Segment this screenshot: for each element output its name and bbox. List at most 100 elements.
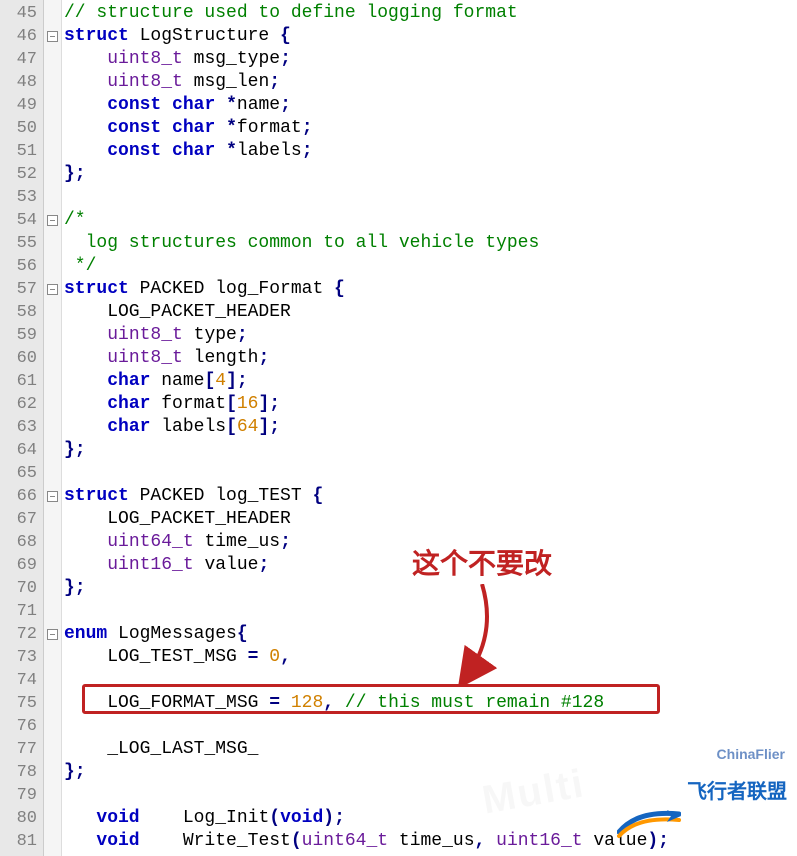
code-line[interactable]: LOG_TEST_MSG = 0, bbox=[64, 646, 797, 669]
code-line[interactable]: _LOG_LAST_MSG_ bbox=[64, 738, 797, 761]
line-number: 61 bbox=[0, 370, 43, 393]
code-line[interactable]: enum LogMessages{ bbox=[64, 623, 797, 646]
fold-slot bbox=[44, 140, 61, 163]
code-line[interactable]: LOG_PACKET_HEADER bbox=[64, 508, 797, 531]
fold-slot bbox=[44, 462, 61, 485]
line-number-gutter: 4546474849505152535455565758596061626364… bbox=[0, 0, 44, 856]
code-line[interactable]: log structures common to all vehicle typ… bbox=[64, 232, 797, 255]
fold-toggle-icon[interactable] bbox=[47, 31, 58, 42]
code-line[interactable]: uint16_t value; bbox=[64, 554, 797, 577]
fold-column bbox=[44, 0, 62, 856]
line-number: 69 bbox=[0, 554, 43, 577]
line-number: 75 bbox=[0, 692, 43, 715]
line-number: 71 bbox=[0, 600, 43, 623]
code-editor: 4546474849505152535455565758596061626364… bbox=[0, 0, 797, 856]
line-number: 78 bbox=[0, 761, 43, 784]
fold-slot bbox=[44, 508, 61, 531]
fold-slot bbox=[44, 600, 61, 623]
code-line[interactable]: LOG_PACKET_HEADER bbox=[64, 301, 797, 324]
fold-slot bbox=[44, 393, 61, 416]
code-line[interactable]: char name[4]; bbox=[64, 370, 797, 393]
code-line[interactable] bbox=[64, 669, 797, 692]
code-line[interactable]: }; bbox=[64, 163, 797, 186]
line-number: 74 bbox=[0, 669, 43, 692]
fold-slot bbox=[44, 163, 61, 186]
code-line[interactable]: }; bbox=[64, 577, 797, 600]
code-line[interactable]: struct PACKED log_Format { bbox=[64, 278, 797, 301]
line-number: 79 bbox=[0, 784, 43, 807]
fold-toggle-icon[interactable] bbox=[47, 491, 58, 502]
line-number: 54 bbox=[0, 209, 43, 232]
code-line[interactable]: uint8_t type; bbox=[64, 324, 797, 347]
line-number: 68 bbox=[0, 531, 43, 554]
fold-slot bbox=[44, 830, 61, 853]
code-line[interactable]: */ bbox=[64, 255, 797, 278]
fold-toggle-icon[interactable] bbox=[47, 284, 58, 295]
code-line[interactable] bbox=[64, 186, 797, 209]
code-line[interactable]: void Write_Test(uint64_t time_us, uint16… bbox=[64, 830, 797, 853]
code-line[interactable] bbox=[64, 784, 797, 807]
line-number: 48 bbox=[0, 71, 43, 94]
code-line[interactable]: LOG_FORMAT_MSG = 128, // this must remai… bbox=[64, 692, 797, 715]
fold-slot bbox=[44, 25, 61, 48]
line-number: 58 bbox=[0, 301, 43, 324]
line-number: 72 bbox=[0, 623, 43, 646]
fold-toggle-icon[interactable] bbox=[47, 215, 58, 226]
code-line[interactable]: struct PACKED log_TEST { bbox=[64, 485, 797, 508]
code-line[interactable]: }; bbox=[64, 761, 797, 784]
code-line[interactable]: char labels[64]; bbox=[64, 416, 797, 439]
fold-slot bbox=[44, 577, 61, 600]
fold-slot bbox=[44, 416, 61, 439]
code-line[interactable]: }; bbox=[64, 439, 797, 462]
fold-slot bbox=[44, 370, 61, 393]
code-line[interactable]: // structure used to define logging form… bbox=[64, 2, 797, 25]
code-line[interactable]: uint8_t msg_len; bbox=[64, 71, 797, 94]
code-line[interactable]: uint64_t time_us; bbox=[64, 531, 797, 554]
fold-slot bbox=[44, 347, 61, 370]
fold-slot bbox=[44, 71, 61, 94]
code-line[interactable]: const char *format; bbox=[64, 117, 797, 140]
code-line[interactable]: char format[16]; bbox=[64, 393, 797, 416]
fold-slot bbox=[44, 646, 61, 669]
line-number: 65 bbox=[0, 462, 43, 485]
fold-slot bbox=[44, 669, 61, 692]
fold-slot bbox=[44, 255, 61, 278]
line-number: 57 bbox=[0, 278, 43, 301]
line-number: 77 bbox=[0, 738, 43, 761]
fold-slot bbox=[44, 324, 61, 347]
code-line[interactable]: void Log_Init(void); bbox=[64, 807, 797, 830]
line-number: 63 bbox=[0, 416, 43, 439]
fold-slot bbox=[44, 554, 61, 577]
code-line[interactable] bbox=[64, 600, 797, 623]
code-line[interactable]: /* bbox=[64, 209, 797, 232]
code-line[interactable] bbox=[64, 462, 797, 485]
fold-slot bbox=[44, 301, 61, 324]
line-number: 53 bbox=[0, 186, 43, 209]
code-line[interactable]: const char *labels; bbox=[64, 140, 797, 163]
line-number: 52 bbox=[0, 163, 43, 186]
line-number: 47 bbox=[0, 48, 43, 71]
fold-slot bbox=[44, 232, 61, 255]
line-number: 81 bbox=[0, 830, 43, 853]
fold-slot bbox=[44, 94, 61, 117]
fold-slot bbox=[44, 485, 61, 508]
code-line[interactable]: struct LogStructure { bbox=[64, 25, 797, 48]
code-line[interactable]: const char *name; bbox=[64, 94, 797, 117]
fold-toggle-icon[interactable] bbox=[47, 629, 58, 640]
line-number: 73 bbox=[0, 646, 43, 669]
fold-slot bbox=[44, 439, 61, 462]
fold-slot bbox=[44, 2, 61, 25]
fold-slot bbox=[44, 209, 61, 232]
line-number: 62 bbox=[0, 393, 43, 416]
code-area[interactable]: // structure used to define logging form… bbox=[62, 0, 797, 856]
fold-slot bbox=[44, 738, 61, 761]
code-line[interactable]: uint8_t length; bbox=[64, 347, 797, 370]
line-number: 56 bbox=[0, 255, 43, 278]
line-number: 80 bbox=[0, 807, 43, 830]
line-number: 50 bbox=[0, 117, 43, 140]
fold-slot bbox=[44, 623, 61, 646]
fold-slot bbox=[44, 531, 61, 554]
code-line[interactable] bbox=[64, 715, 797, 738]
fold-slot bbox=[44, 117, 61, 140]
code-line[interactable]: uint8_t msg_type; bbox=[64, 48, 797, 71]
